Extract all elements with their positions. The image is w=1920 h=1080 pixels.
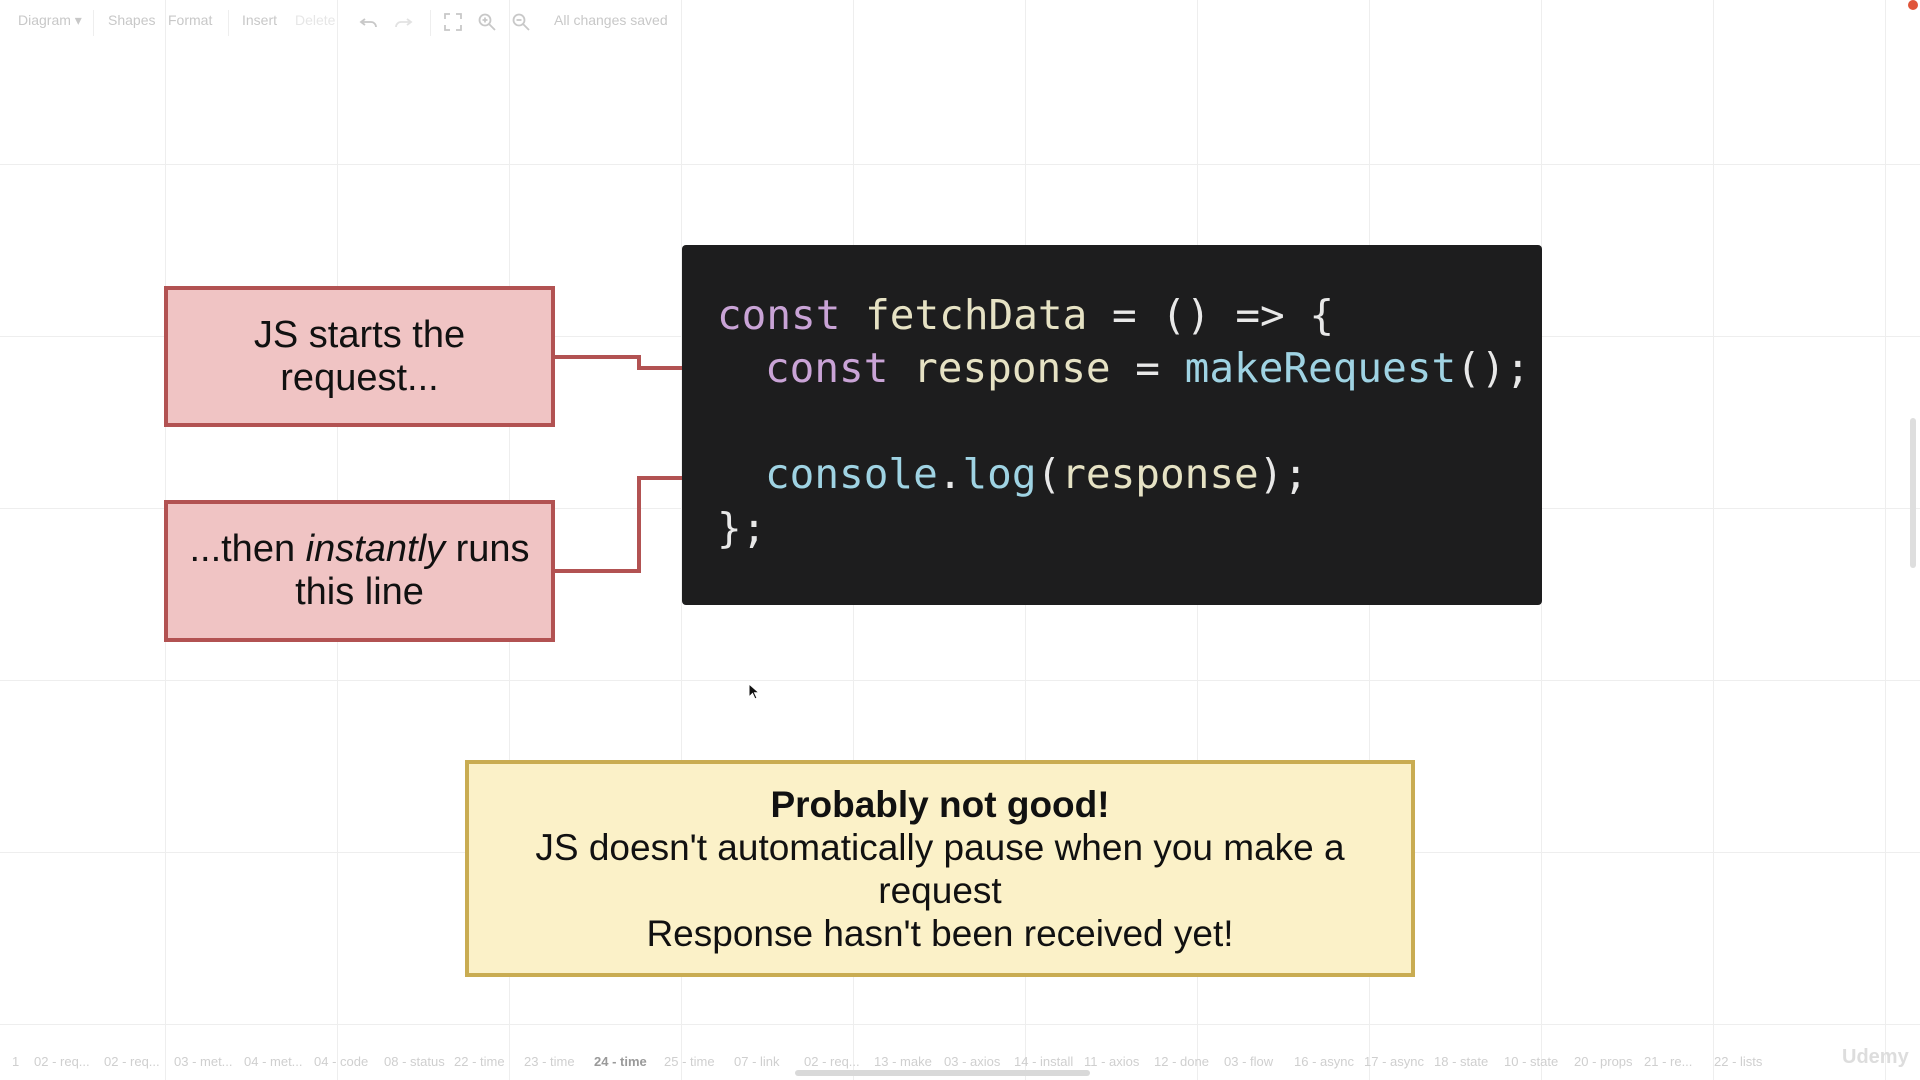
code-line-1: const fetchData = () => { [717,290,1334,340]
note-then-instantly[interactable]: ...then instantly runs this line [164,500,555,642]
code-line-4: }; [717,504,767,552]
diagram-menu-label: Diagram [18,12,71,28]
note-1-text: JS starts the request... [253,313,466,399]
code-punctuation: = [1135,344,1185,392]
code-snippet[interactable]: const fetchData = () => { const response… [682,245,1542,605]
page-tab[interactable]: 11 - axios [1084,1054,1139,1069]
note-2-text-start: ...then [189,528,306,570]
zoom-in-icon[interactable] [476,11,498,33]
code-keyword: const [717,291,841,339]
page-tab[interactable]: 04 - code [314,1054,368,1069]
code-identifier: response [1061,450,1259,498]
redo-icon[interactable] [392,11,414,33]
code-line-3: console.log(response); [765,449,1308,499]
toolbar-divider [430,10,431,36]
page-tab[interactable]: 20 - props [1574,1054,1633,1069]
code-function: log [962,450,1037,498]
page-tab[interactable]: 16 - async [1294,1054,1354,1069]
fullscreen-icon[interactable] [442,11,464,33]
zoom-out-icon[interactable] [510,11,532,33]
page-tab[interactable]: 22 - lists [1714,1054,1762,1069]
page-tab[interactable]: 10 - state [1504,1054,1558,1069]
warning-note[interactable]: Probably not good! JS doesn't automatica… [465,760,1415,977]
undo-icon[interactable] [358,11,380,33]
page-tab[interactable]: 24 - time [594,1054,647,1069]
format-button[interactable]: Format [168,12,212,28]
page-tab[interactable]: 25 - time [664,1054,715,1069]
page-tab[interactable]: 02 - req... [34,1054,90,1069]
vertical-scrollbar[interactable] [1910,418,1916,568]
code-identifier: response [888,344,1136,392]
chevron-down-icon: ▾ [74,12,82,28]
code-punctuation: (); [1456,344,1531,392]
recording-indicator [1908,0,1918,10]
page-tab[interactable]: 02 - req... [804,1054,860,1069]
page-tab[interactable]: 13 - make [874,1054,932,1069]
mouse-cursor-icon [748,683,761,700]
note-2-text: ...then instantly runs this line [180,528,540,614]
code-object: console [765,450,938,498]
code-punctuation: = () => { [1111,291,1335,339]
horizontal-scrollbar[interactable] [795,1070,1090,1076]
page-tab[interactable]: 07 - link [734,1054,780,1069]
note-js-starts-request[interactable]: JS starts the request... [164,286,555,427]
page-tab[interactable]: 1 [12,1054,19,1069]
delete-button[interactable]: Delete [295,12,335,28]
note-2-emphasis: instantly [305,528,446,570]
watermark: Udemy [1842,1046,1909,1068]
warning-line-2: Response hasn't been received yet! [646,912,1234,954]
save-status: All changes saved [554,12,668,28]
shapes-button[interactable]: Shapes [108,12,155,28]
page-tab[interactable]: 18 - state [1434,1054,1488,1069]
page-tab[interactable]: 03 - axios [944,1054,1000,1069]
insert-button[interactable]: Insert [242,12,277,28]
code-identifier: fetchData [840,291,1112,339]
page-tab[interactable]: 02 - req... [104,1054,160,1069]
code-punctuation: ( [1036,450,1062,498]
warning-title: Probably not good! [770,783,1110,825]
page-tab[interactable]: 08 - status [384,1054,445,1069]
page-tab[interactable]: 04 - met... [244,1054,303,1069]
page-tab[interactable]: 23 - time [524,1054,575,1069]
warning-line-1: JS doesn't automatically pause when you … [535,826,1345,911]
code-punctuation: . [937,450,963,498]
toolbar-divider [93,10,94,36]
code-keyword: const [765,344,889,392]
page-tab[interactable]: 21 - re... [1644,1054,1692,1069]
page-tab[interactable]: 12 - done [1154,1054,1209,1069]
page-tab[interactable]: 17 - async [1364,1054,1424,1069]
diagram-menu[interactable]: Diagram ▾ [18,12,82,29]
page-tab[interactable]: 14 - install [1014,1054,1073,1069]
page-tab[interactable]: 03 - flow [1224,1054,1273,1069]
code-line-2: const response = makeRequest(); [765,343,1530,393]
code-function: makeRequest [1184,344,1457,392]
code-punctuation: ); [1258,450,1309,498]
page-tab[interactable]: 03 - met... [174,1054,233,1069]
toolbar-divider [228,10,229,36]
toolbar: Diagram ▾ Shapes Format Insert Delete Al… [0,0,1920,46]
page-tab[interactable]: 22 - time [454,1054,505,1069]
